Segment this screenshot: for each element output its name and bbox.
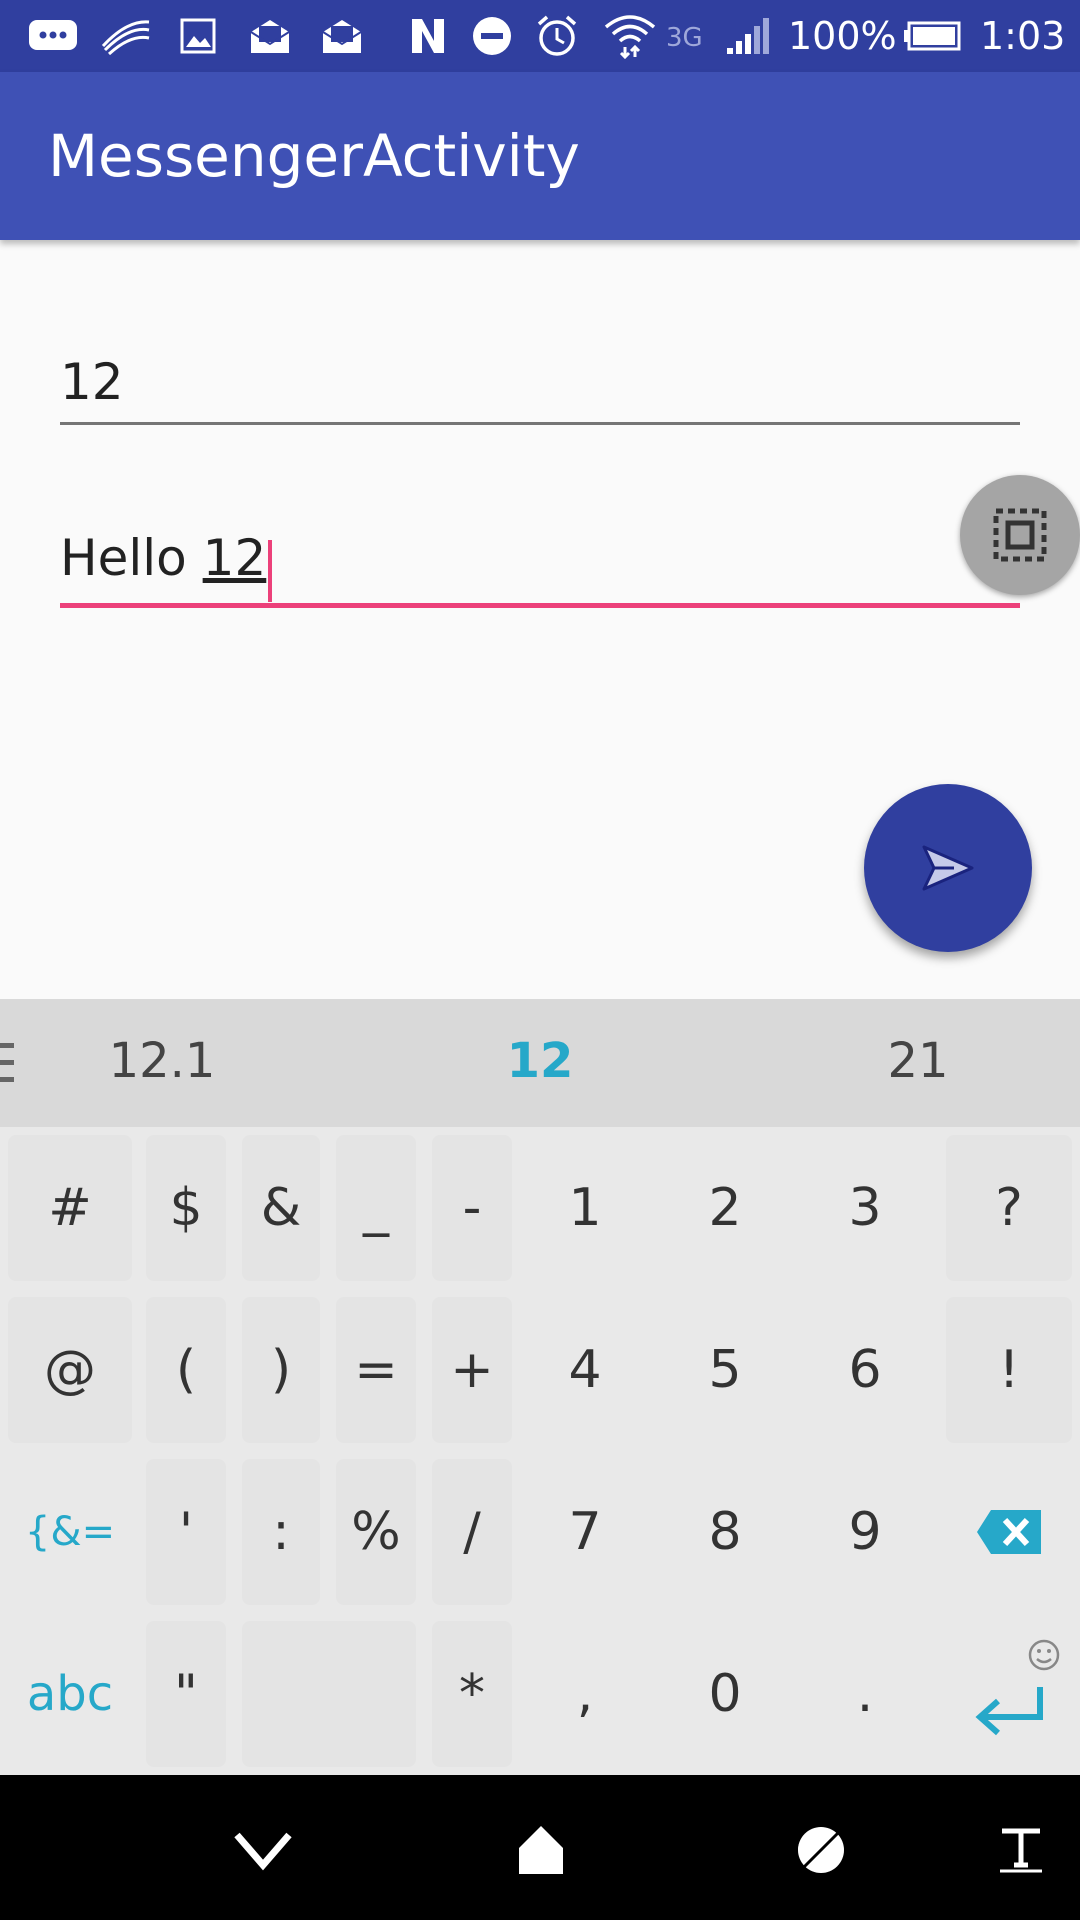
key-slash[interactable]: / <box>432 1459 512 1605</box>
key-exclamation[interactable]: ! <box>946 1297 1072 1443</box>
key-2[interactable]: 2 <box>670 1135 780 1281</box>
backspace-icon <box>977 1510 1041 1554</box>
key-at[interactable]: @ <box>8 1297 132 1443</box>
send-icon <box>922 845 974 891</box>
key-1[interactable]: 1 <box>530 1135 640 1281</box>
key-underscore[interactable]: _ <box>336 1135 416 1281</box>
screenshot-float-button[interactable] <box>960 475 1080 595</box>
signal-icon <box>724 14 776 58</box>
key-3[interactable]: 3 <box>810 1135 920 1281</box>
select-area-icon <box>993 508 1047 562</box>
key-dollar[interactable]: $ <box>146 1135 226 1281</box>
mail-icon <box>318 14 366 58</box>
key-0[interactable]: 0 <box>670 1621 780 1767</box>
key-abc[interactable]: abc <box>8 1621 132 1767</box>
text-cursor <box>268 539 273 602</box>
gallery-icon <box>176 14 220 58</box>
suggestion-right[interactable]: 21 <box>768 1029 1068 1093</box>
status-bar: 3G 100% 1:03 <box>0 0 1080 72</box>
message-text: Hello <box>60 529 203 587</box>
key-ampersand[interactable]: & <box>242 1135 320 1281</box>
composing-text: 12 <box>202 529 267 587</box>
home-icon[interactable] <box>496 1805 586 1895</box>
key-close-paren[interactable]: ) <box>242 1297 320 1443</box>
send-button[interactable] <box>864 784 1032 952</box>
mail-icon <box>246 14 294 58</box>
suggestion-left[interactable]: 12.1 <box>12 1029 312 1093</box>
recipient-value: 12 <box>60 353 124 411</box>
alarm-icon <box>534 14 580 58</box>
enter-icon <box>975 1687 1043 1736</box>
wifi-icon <box>602 14 658 59</box>
messages-icon <box>26 14 80 58</box>
text-icon[interactable] <box>976 1805 1066 1895</box>
key-double-quote[interactable]: " <box>146 1621 226 1767</box>
enter-key[interactable] <box>946 1621 1072 1767</box>
backspace-key[interactable] <box>946 1459 1072 1605</box>
key-5[interactable]: 5 <box>670 1297 780 1443</box>
key-4[interactable]: 4 <box>530 1297 640 1443</box>
page-title: MessengerActivity <box>48 122 580 190</box>
key-symbols-more[interactable]: {&= <box>8 1459 132 1605</box>
emoji-icon <box>1028 1639 1060 1671</box>
battery-icon <box>902 14 962 58</box>
key-open-paren[interactable]: ( <box>146 1297 226 1443</box>
nfc-icon <box>406 14 450 58</box>
recents-icon[interactable] <box>776 1805 866 1895</box>
key-equals[interactable]: = <box>336 1297 416 1443</box>
do-not-disturb-icon <box>470 14 514 58</box>
navigation-bar <box>0 1775 1080 1920</box>
suggestion-center[interactable]: 12 <box>390 1029 690 1093</box>
hide-keyboard-icon[interactable] <box>218 1805 308 1895</box>
clock: 1:03 <box>980 14 1066 58</box>
keyboard: 12.1 12 21 # $ & _ - 1 2 3 ? @ ( ) = + 4… <box>0 999 1080 1775</box>
app-bar: MessengerActivity <box>0 72 1080 240</box>
network-type: 3G <box>666 23 703 53</box>
suggestion-bar: 12.1 12 21 <box>0 999 1080 1127</box>
message-field[interactable]: Hello 12 <box>60 528 1020 608</box>
key-period[interactable]: . <box>810 1621 920 1767</box>
key-percent[interactable]: % <box>336 1459 416 1605</box>
space-key[interactable] <box>242 1621 416 1767</box>
recipient-field[interactable]: 12 <box>60 352 1020 425</box>
key-question[interactable]: ? <box>946 1135 1072 1281</box>
key-plus[interactable]: + <box>432 1297 512 1443</box>
key-7[interactable]: 7 <box>530 1459 640 1605</box>
key-colon[interactable]: : <box>242 1459 320 1605</box>
swiftkey-icon <box>98 14 154 58</box>
key-9[interactable]: 9 <box>810 1459 920 1605</box>
key-6[interactable]: 6 <box>810 1297 920 1443</box>
key-apostrophe[interactable]: ' <box>146 1459 226 1605</box>
key-minus[interactable]: - <box>432 1135 512 1281</box>
battery-percent: 100% <box>788 14 897 58</box>
key-comma[interactable]: , <box>530 1621 640 1767</box>
key-asterisk[interactable]: * <box>432 1621 512 1767</box>
key-8[interactable]: 8 <box>670 1459 780 1605</box>
key-hash[interactable]: # <box>8 1135 132 1281</box>
